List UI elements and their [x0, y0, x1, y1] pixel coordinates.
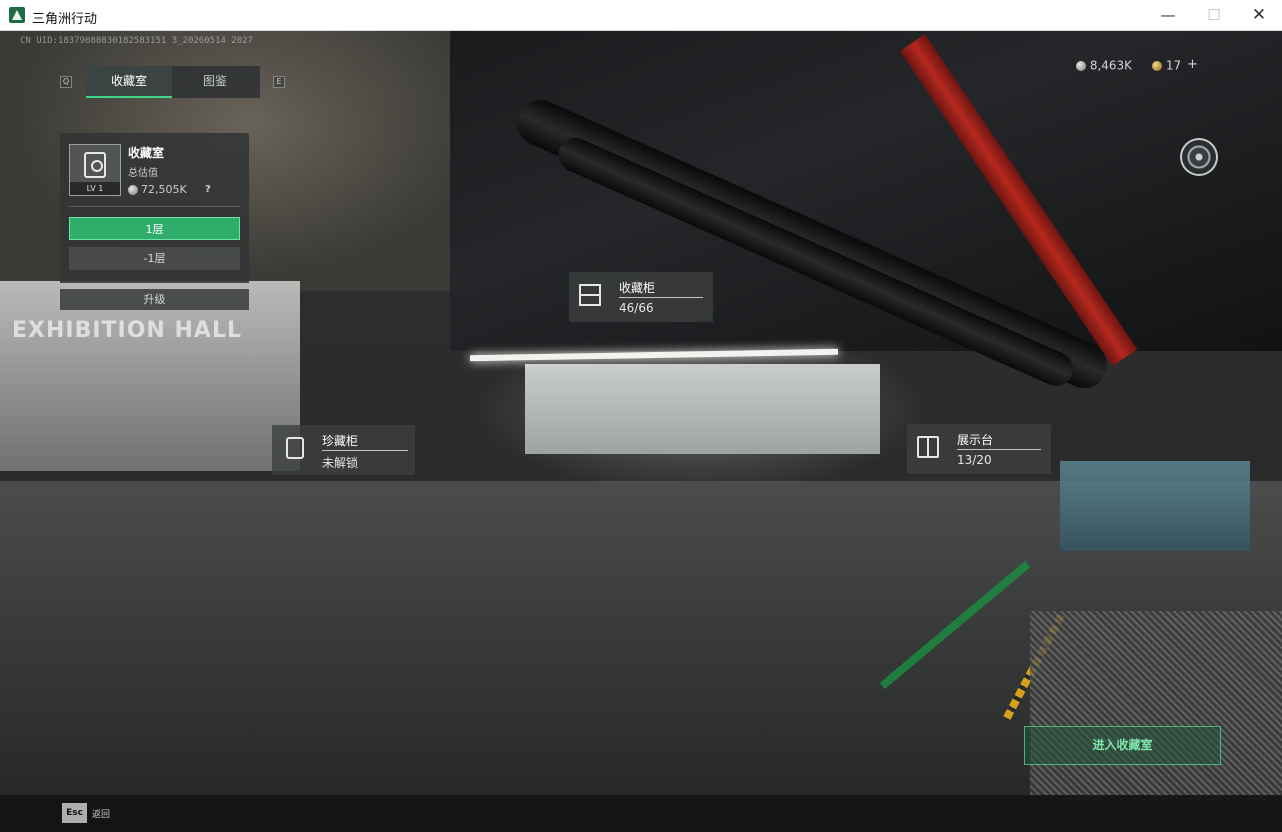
floor-minus-1-button[interactable]: -1层 [69, 247, 240, 270]
marker-value: 未解锁 [322, 456, 359, 470]
room-value-text: 72,505K [141, 183, 187, 196]
help-icon[interactable]: ? [205, 184, 211, 195]
marker-value: 13/20 [957, 453, 992, 467]
room-title: 收藏室 [128, 146, 165, 160]
collection-room-panel: LV 1 收藏室 总估值 72,505K ? 1层 -1层 [60, 133, 249, 283]
back-button[interactable]: Esc 返回 [62, 803, 112, 823]
divider [69, 206, 240, 207]
vault-icon [84, 152, 106, 178]
marker-divider [322, 450, 408, 451]
upgrade-button[interactable]: 升级 [60, 289, 249, 310]
minimize-button[interactable]: — [1145, 0, 1191, 31]
floor-grate [1030, 611, 1282, 801]
room-level: LV 1 [70, 182, 120, 195]
tab-bar: 收藏室 图鉴 [86, 66, 260, 98]
game-window: 三角洲行动 — ☐ ✕ EXHIBITION HALL CN UID:18379… [0, 0, 1282, 832]
tab-prev-key-hint: Q [60, 76, 72, 88]
exhibition-hall-sign: EXHIBITION HALL [12, 318, 242, 343]
room-subtitle: 总估值 [128, 168, 158, 179]
gold-currency: 17 [1152, 58, 1181, 73]
tab-next-key-hint: E [273, 76, 285, 88]
treasure-cabinet-marker[interactable]: 珍藏柜 未解锁 [272, 425, 415, 475]
room-total-value: 72,505K [128, 183, 187, 196]
silver-coin-icon [128, 185, 138, 195]
display-stand-marker[interactable]: 展示台 13/20 [907, 424, 1051, 474]
title-bar: 三角洲行动 — ☐ ✕ [0, 0, 1282, 31]
floor-1-button[interactable]: 1层 [69, 217, 240, 240]
tab-catalog[interactable]: 图鉴 [172, 66, 258, 98]
marker-value: 46/66 [619, 301, 654, 315]
tab-collection-room[interactable]: 收藏室 [86, 66, 172, 98]
bottom-bar [0, 795, 1282, 832]
cabinet-icon [579, 284, 601, 306]
uid-text: CN UID:18379080830182583151 3_20260514 2… [20, 36, 253, 46]
gold-coin-icon [1152, 60, 1162, 71]
silver-coin-icon [1076, 60, 1086, 71]
marker-name: 收藏柜 [619, 281, 656, 295]
marker-name: 展示台 [957, 433, 994, 447]
esc-key-icon: Esc [62, 803, 87, 823]
exhibit-wall [525, 364, 880, 454]
enter-collection-room-button[interactable]: 进入收藏室 [1024, 726, 1221, 765]
collection-cabinet-marker[interactable]: 收藏柜 46/66 [569, 272, 713, 322]
silver-currency: 8,463K [1076, 58, 1132, 73]
silver-amount: 8,463K [1089, 58, 1133, 73]
camera-view-icon[interactable] [1180, 138, 1218, 176]
marker-name: 珍藏柜 [322, 434, 359, 448]
window-title: 三角洲行动 [32, 12, 98, 27]
add-currency-button[interactable]: + [1187, 57, 1198, 72]
maximize-button[interactable]: ☐ [1191, 0, 1237, 31]
back-label: 返回 [92, 810, 111, 820]
gold-amount: 17 [1165, 58, 1182, 73]
safe-icon [286, 437, 304, 459]
marker-divider [619, 297, 703, 298]
app-logo-icon [9, 7, 25, 23]
collection-room-icon: LV 1 [69, 144, 121, 196]
marker-divider [957, 449, 1041, 450]
storage-containers [1060, 461, 1250, 551]
display-stand-icon [917, 436, 939, 458]
close-button[interactable]: ✕ [1236, 0, 1282, 31]
